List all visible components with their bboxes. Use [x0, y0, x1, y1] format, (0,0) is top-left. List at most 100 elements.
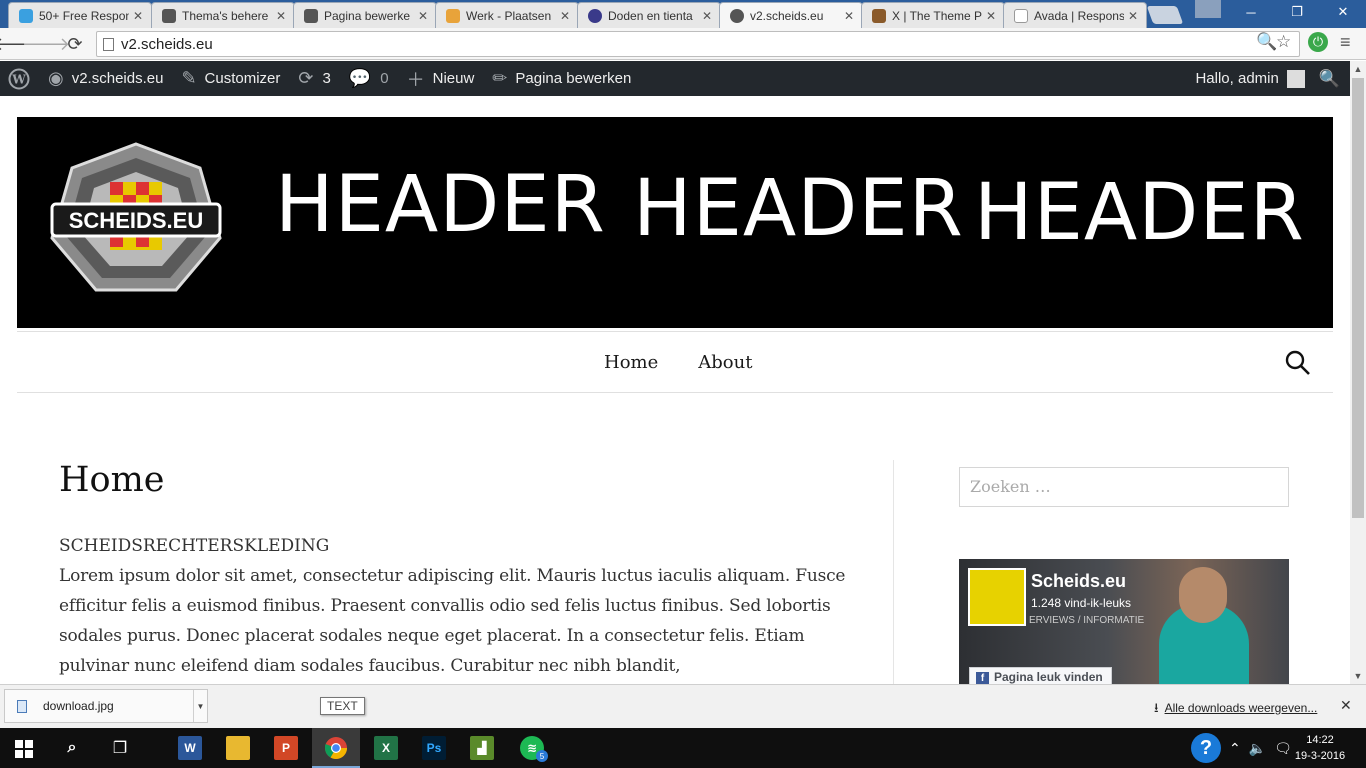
- referee-head: [1179, 567, 1227, 623]
- facebook-page-widget[interactable]: Scheids.eu 1.248 vind-ik-leuks ERVIEWS /…: [959, 559, 1289, 684]
- wp-admin-bar: W ◉ v2.scheids.eu ✎ Customizer ⟳ 3 💬 0 ＋…: [0, 61, 1350, 96]
- svg-text:SCHEIDS.EU: SCHEIDS.EU: [69, 208, 203, 233]
- plus-icon: ＋: [406, 69, 425, 90]
- edit-page-link[interactable]: ✏ Pagina bewerken: [483, 61, 640, 96]
- new-content-link[interactable]: ＋ Nieuw: [398, 61, 484, 96]
- browser-tab[interactable]: Pagina bewerke ✕: [293, 2, 437, 28]
- fb-page-thumbnail[interactable]: [968, 568, 1026, 626]
- customizer-label: Customizer: [204, 70, 281, 87]
- customizer-link[interactable]: ✎ Customizer: [172, 61, 289, 96]
- downloads-bar: download.jpg ▼ TEXT ⭳ Alle downloads weer…: [0, 684, 1366, 728]
- tab-favicon-icon: [1014, 8, 1028, 23]
- extension-icon[interactable]: ⏻: [1308, 32, 1328, 52]
- close-window-icon[interactable]: ✕: [1320, 0, 1366, 24]
- page-content: Home SCHEIDSRECHTERSKLEDING Lorem ipsum …: [59, 460, 859, 681]
- nav-item-about[interactable]: About: [698, 352, 752, 373]
- download-menu-caret-icon[interactable]: ▼: [193, 690, 207, 722]
- volume-icon[interactable]: 🔈: [1249, 740, 1266, 757]
- powerpoint-icon[interactable]: P: [274, 736, 298, 760]
- fb-like-label: Pagina leuk vinden: [994, 670, 1103, 684]
- tooltip: TEXT: [320, 697, 365, 715]
- menu-icon[interactable]: ≡: [1340, 32, 1351, 53]
- show-all-downloads-link[interactable]: ⭳ Alle downloads weergeven...: [1154, 699, 1317, 721]
- user-greeting[interactable]: Hallo, admin: [1195, 70, 1278, 87]
- zoom-icon[interactable]: 🔍: [1256, 32, 1277, 52]
- windows-taskbar: ⌕ ❐ W P X Ps ▟ ≋ 5 ? ⌃ 🔈 🗨 14:22 19-3-20…: [0, 728, 1366, 768]
- updates-link[interactable]: ⟳ 3: [289, 61, 339, 96]
- notification-icon[interactable]: 🗨: [1274, 740, 1292, 757]
- tab-title: Avada | Respons: [1034, 8, 1124, 23]
- fb-cover-caption: ERVIEWS / INFORMATIE: [1029, 615, 1145, 626]
- browser-tab[interactable]: Werk - Plaatsen ✕: [435, 2, 579, 28]
- comments-link[interactable]: 💬 0: [340, 61, 398, 96]
- close-tab-icon[interactable]: ✕: [844, 9, 854, 23]
- bookmark-star-icon[interactable]: ☆: [1276, 32, 1291, 52]
- admin-search-icon[interactable]: 🔍: [1319, 69, 1340, 89]
- browser-tab[interactable]: X | The Theme P ✕: [861, 2, 1005, 28]
- scheids-logo[interactable]: SCHEIDS.EU: [50, 142, 222, 292]
- tab-favicon-icon: [162, 8, 176, 23]
- close-tab-icon[interactable]: ✕: [133, 9, 143, 23]
- browser-tab-active[interactable]: v2.scheids.eu ✕: [719, 2, 863, 28]
- new-tab-button[interactable]: [1146, 6, 1184, 24]
- tab-favicon-icon: [19, 8, 33, 23]
- chrome-icon[interactable]: [324, 736, 348, 760]
- page-scrollbar[interactable]: ▲ ▼: [1350, 61, 1366, 684]
- close-tab-icon[interactable]: ✕: [986, 9, 996, 23]
- updates-count: 3: [322, 70, 331, 87]
- windows-start-icon[interactable]: [15, 740, 33, 758]
- address-bar[interactable]: v2.scheids.eu: [96, 31, 1300, 57]
- close-tab-icon[interactable]: ✕: [418, 9, 428, 23]
- close-tab-icon[interactable]: ✕: [560, 9, 570, 23]
- search-icon[interactable]: ⌕: [60, 736, 84, 760]
- dashboard-icon: ◉: [48, 68, 64, 88]
- scroll-up-icon[interactable]: ▲: [1350, 61, 1366, 77]
- browser-tab[interactable]: Avada | Respons ✕: [1003, 2, 1147, 28]
- header-text: HEADER: [974, 168, 1305, 258]
- content-kicker: SCHEIDSRECHTERSKLEDING: [59, 536, 330, 556]
- help-icon[interactable]: ?: [1191, 733, 1221, 763]
- sidebar-search-input[interactable]: Zoeken …: [959, 467, 1289, 507]
- reload-icon[interactable]: ⟳: [64, 33, 86, 55]
- browser-tab[interactable]: 50+ Free Respon ✕: [8, 2, 152, 28]
- updates-icon: ⟳: [298, 68, 314, 88]
- tab-title: Werk - Plaatsen: [466, 8, 552, 23]
- wordpress-logo-icon[interactable]: W: [0, 61, 39, 96]
- system-tray: ? ⌃ 🔈 🗨: [1191, 728, 1292, 768]
- close-tab-icon[interactable]: ✕: [276, 9, 286, 23]
- search-icon[interactable]: [1285, 350, 1311, 376]
- close-tab-icon[interactable]: ✕: [702, 9, 712, 23]
- tab-favicon-icon: [872, 8, 886, 23]
- minimize-icon[interactable]: ─: [1228, 0, 1274, 24]
- scroll-thumb[interactable]: [1352, 78, 1364, 518]
- comments-count: 0: [380, 70, 389, 87]
- fb-like-button[interactable]: f Pagina leuk vinden: [969, 667, 1112, 684]
- profile-icon[interactable]: [1195, 0, 1221, 18]
- download-item[interactable]: download.jpg ▼: [4, 689, 208, 723]
- chart-app-icon[interactable]: ▟: [470, 736, 494, 760]
- tab-title: Thema's behere: [182, 8, 269, 23]
- facebook-icon: f: [976, 672, 989, 684]
- forward-icon[interactable]: 🡒: [22, 33, 70, 55]
- taskbar-clock[interactable]: 14:22 19-3-2016: [1294, 732, 1346, 764]
- page-title: Home: [59, 460, 165, 500]
- file-explorer-icon[interactable]: [226, 736, 250, 760]
- comment-icon: 💬: [348, 68, 372, 88]
- restore-icon[interactable]: ❐: [1274, 0, 1320, 24]
- page-icon: [103, 38, 114, 51]
- word-icon[interactable]: W: [178, 736, 202, 760]
- excel-icon[interactable]: X: [374, 736, 398, 760]
- photoshop-icon[interactable]: Ps: [422, 736, 446, 760]
- browser-tab[interactable]: Doden en tienta ✕: [577, 2, 721, 28]
- fb-page-name[interactable]: Scheids.eu: [1031, 571, 1126, 592]
- task-view-icon[interactable]: ❐: [108, 736, 132, 760]
- chevron-up-icon[interactable]: ⌃: [1229, 740, 1241, 757]
- scroll-down-icon[interactable]: ▼: [1350, 668, 1366, 684]
- nav-item-home[interactable]: Home: [604, 352, 658, 373]
- browser-tab[interactable]: Thema's behere ✕: [151, 2, 295, 28]
- close-downloads-icon[interactable]: ✕: [1340, 697, 1352, 714]
- close-tab-icon[interactable]: ✕: [1128, 9, 1138, 23]
- edit-page-label: Pagina bewerken: [515, 70, 632, 87]
- admin-site-link[interactable]: ◉ v2.scheids.eu: [39, 61, 172, 96]
- avatar[interactable]: [1286, 69, 1305, 88]
